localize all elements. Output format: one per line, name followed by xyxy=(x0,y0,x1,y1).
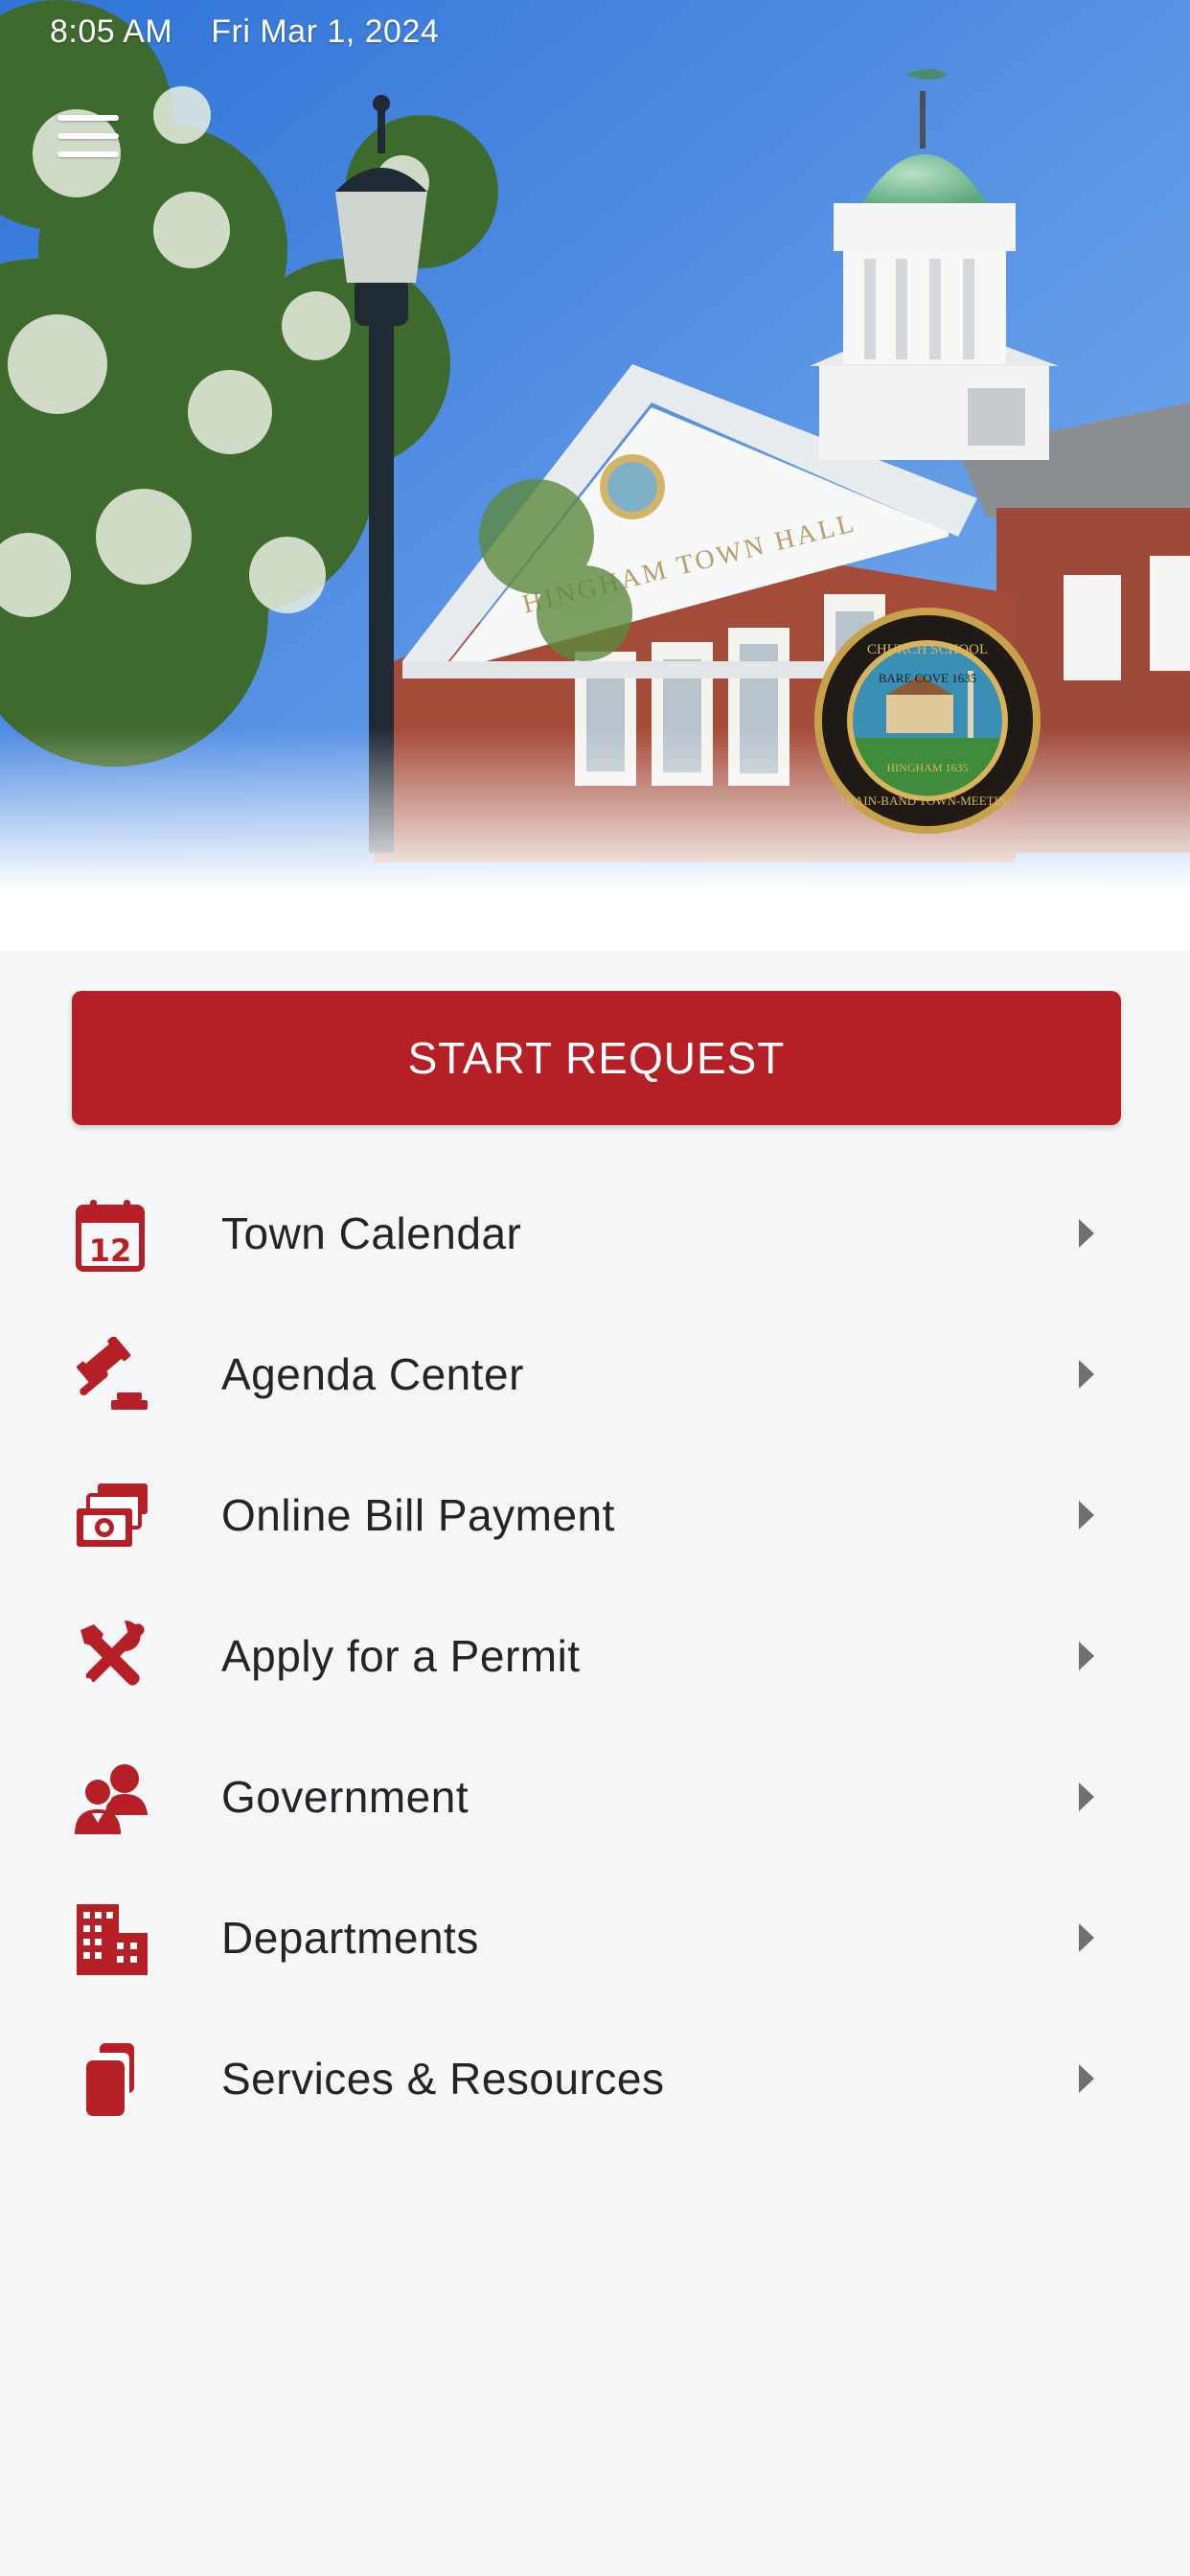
hamburger-icon[interactable] xyxy=(57,115,125,172)
chevron-right-icon xyxy=(1079,1642,1094,1670)
chevron-right-icon xyxy=(1079,1923,1094,1952)
calendar-icon: 12 xyxy=(76,1200,145,1272)
chevron-right-icon xyxy=(1079,2064,1094,2093)
users-icon xyxy=(75,1764,148,1834)
hero-banner: HINGHAM TOWN HALL CHURCH SCHOOL BARE COV… xyxy=(0,0,1190,951)
menu-item-label: Departments xyxy=(221,1913,479,1963)
menu-item-label: Services & Resources xyxy=(221,2054,665,2104)
seal-top-text: CHURCH SCHOOL xyxy=(867,642,988,657)
town-hall-photo: HINGHAM TOWN HALL CHURCH SCHOOL BARE COV… xyxy=(0,0,1190,951)
menu-item-town-calendar[interactable]: 12 Town Calendar xyxy=(0,1162,1190,1302)
chevron-right-icon xyxy=(1079,1360,1094,1389)
status-date: Fri Mar 1, 2024 xyxy=(211,13,440,50)
chevron-right-icon xyxy=(1079,1501,1094,1530)
menu-item-agenda-center[interactable]: Agenda Center xyxy=(0,1302,1190,1443)
status-bar: 8:05 AM Fri Mar 1, 2024 xyxy=(50,13,477,51)
menu-item-government[interactable]: Government xyxy=(0,1725,1190,1866)
money-icon xyxy=(77,1484,148,1547)
tools-icon xyxy=(80,1620,145,1686)
gavel-icon xyxy=(77,1337,148,1410)
main-menu-list: 12 Town Calendar Agenda Center Online Bi… xyxy=(0,1162,1190,2148)
menu-item-label: Agenda Center xyxy=(221,1349,524,1399)
documents-icon xyxy=(86,2043,134,2116)
seal-band-text: HINGHAM 1635 xyxy=(887,761,969,774)
menu-item-label: Apply for a Permit xyxy=(221,1631,581,1681)
status-time: 8:05 AM xyxy=(50,13,173,50)
menu-item-departments[interactable]: Departments xyxy=(0,1866,1190,2007)
seal-bottom-text: TRAIN-BAND TOWN-MEETING xyxy=(838,794,1016,808)
menu-item-services-resources[interactable]: Services & Resources xyxy=(0,2007,1190,2148)
building-icon xyxy=(77,1904,148,1975)
calendar-icon-number: 12 xyxy=(89,1232,132,1269)
start-request-button[interactable]: START REQUEST xyxy=(72,991,1121,1125)
menu-item-label: Government xyxy=(221,1772,469,1822)
menu-item-label: Town Calendar xyxy=(221,1208,522,1258)
start-request-label: START REQUEST xyxy=(407,1033,786,1083)
menu-item-apply-for-a-permit[interactable]: Apply for a Permit xyxy=(0,1584,1190,1725)
seal-inner-text: BARE COVE 1635 xyxy=(879,671,977,685)
chevron-right-icon xyxy=(1079,1782,1094,1811)
menu-item-label: Online Bill Payment xyxy=(221,1490,615,1540)
town-seal: CHURCH SCHOOL BARE COVE 1635 HINGHAM 163… xyxy=(814,608,1041,834)
menu-item-online-bill-payment[interactable]: Online Bill Payment xyxy=(0,1443,1190,1584)
chevron-right-icon xyxy=(1079,1219,1094,1248)
